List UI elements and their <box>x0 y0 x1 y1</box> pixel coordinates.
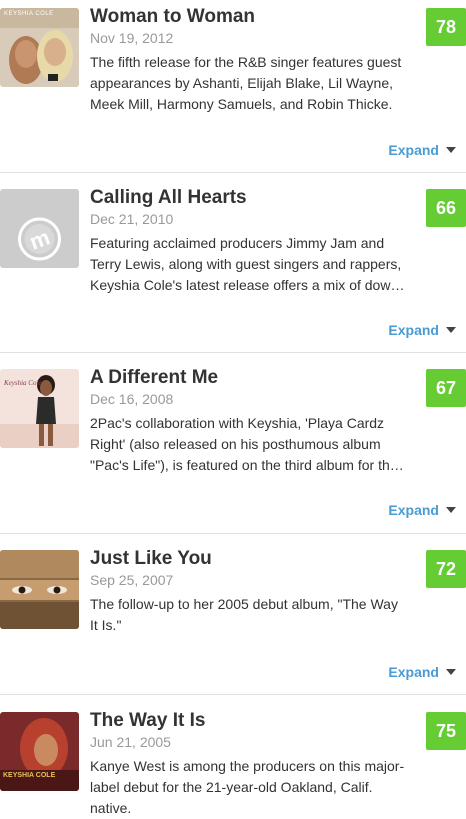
album-item[interactable]: Keyshia Cole A Different Me Dec 16, 2008… <box>0 361 466 534</box>
album-title[interactable]: Woman to Woman <box>90 6 255 28</box>
expand-button[interactable]: Expand <box>388 502 456 518</box>
caret-down-icon <box>446 327 456 333</box>
album-item[interactable]: KEYSHIA COLE Woman to Woman Nov 19, 2012… <box>0 0 466 173</box>
expand-button[interactable]: Expand <box>388 322 456 338</box>
album-cover[interactable]: Keyshia Cole <box>0 369 79 448</box>
album-title[interactable]: A Different Me <box>90 367 218 389</box>
metascore-badge: 66 <box>426 189 466 227</box>
album-cover[interactable] <box>0 550 79 629</box>
metascore-badge: 78 <box>426 8 466 46</box>
cover-text: KEYSHIA COLE <box>4 11 54 17</box>
album-description: Featuring acclaimed producers Jimmy Jam … <box>90 235 403 293</box>
album-title[interactable]: The Way It Is <box>90 710 205 732</box>
album-description: Kanye West is among the producers on thi… <box>90 758 405 816</box>
expand-label: Expand <box>388 142 439 158</box>
album-cover[interactable]: m <box>0 189 79 268</box>
expand-button[interactable]: Expand <box>388 664 456 680</box>
metascore-badge: 75 <box>426 712 466 750</box>
album-title[interactable]: Just Like You <box>90 548 212 570</box>
metascore-badge: 67 <box>426 369 466 407</box>
album-title[interactable]: Calling All Hearts <box>90 187 247 209</box>
expand-label: Expand <box>388 322 439 338</box>
expand-button[interactable]: Expand <box>388 142 456 158</box>
expand-label: Expand <box>388 502 439 518</box>
expand-label: Expand <box>388 664 439 680</box>
album-cover[interactable]: KEYSHIA COLE <box>0 712 79 791</box>
album-item[interactable]: KEYSHIA COLE The Way It Is Jun 21, 2005 … <box>0 704 466 816</box>
album-description: 2Pac's collaboration with Keyshia, 'Play… <box>90 415 398 473</box>
cover-text: Keyshia Cole <box>4 379 42 387</box>
release-date: Dec 21, 2010 <box>90 211 174 227</box>
album-cover[interactable]: KEYSHIA COLE <box>0 8 79 87</box>
caret-down-icon <box>446 669 456 675</box>
caret-down-icon <box>446 147 456 153</box>
caret-down-icon <box>446 507 456 513</box>
album-item[interactable]: m Calling All Hearts Dec 21, 2010 Featur… <box>0 181 466 353</box>
release-date: Dec 16, 2008 <box>90 391 174 407</box>
album-description: The fifth release for the R&B singer fea… <box>90 54 402 112</box>
metascore-badge: 72 <box>426 550 466 588</box>
release-date: Jun 21, 2005 <box>90 734 171 750</box>
release-date: Sep 25, 2007 <box>90 572 174 588</box>
release-date: Nov 19, 2012 <box>90 30 174 46</box>
cover-text: KEYSHIA COLE <box>3 772 56 779</box>
album-item[interactable]: Just Like You Sep 25, 2007 The follow-up… <box>0 542 466 695</box>
album-description: The follow-up to her 2005 debut album, "… <box>90 596 398 633</box>
